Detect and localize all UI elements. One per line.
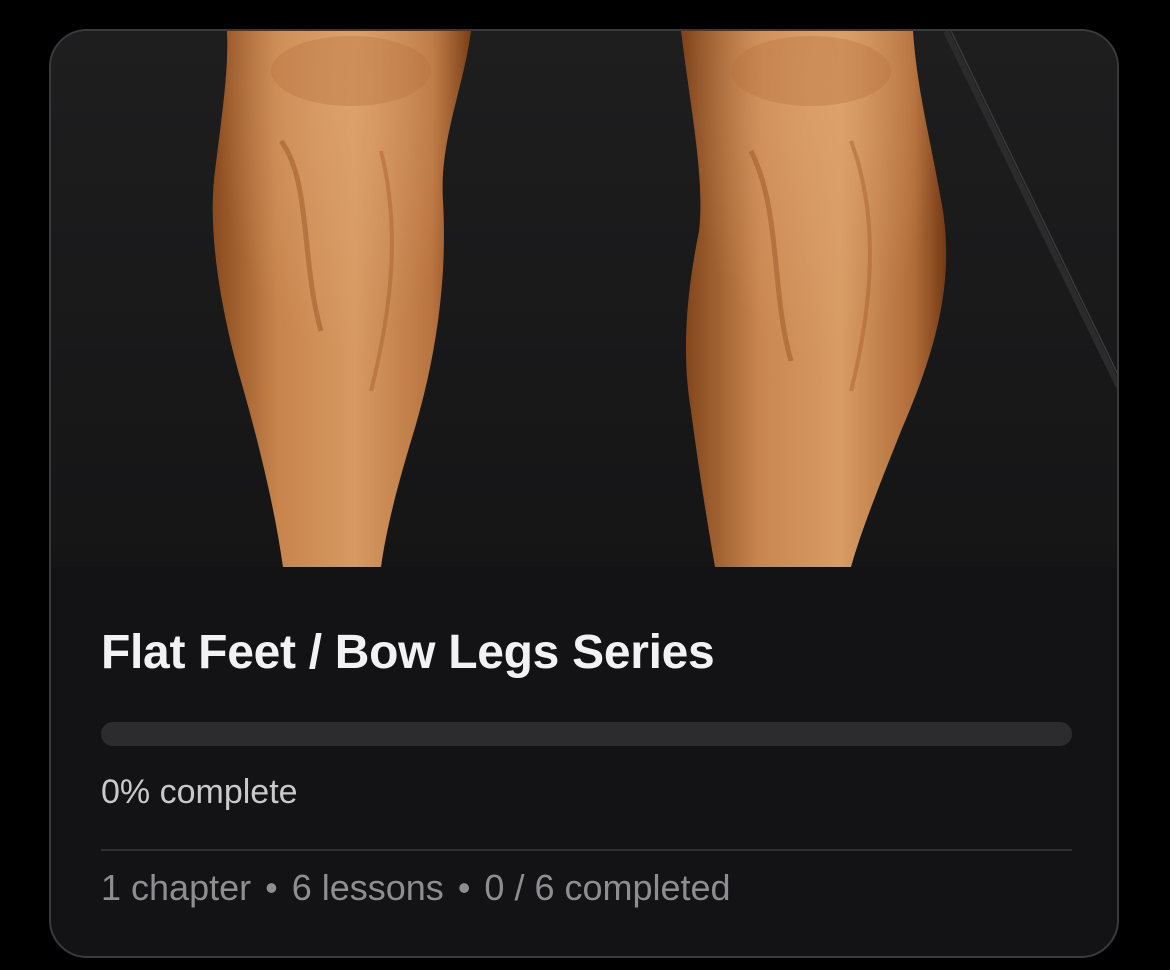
course-title[interactable]: Flat Feet / Bow Legs Series: [101, 625, 715, 680]
course-meta: 1 chapter • 6 lessons • 0 / 6 completed: [101, 867, 731, 909]
meta-separator: •: [265, 867, 278, 908]
progress-percent-text: 0% complete: [101, 773, 298, 811]
course-hero-image: [51, 31, 1117, 567]
progress-bar: [101, 722, 1072, 746]
chapter-count: 1 chapter: [101, 867, 252, 908]
legs-photo-illustration: [51, 31, 1117, 567]
completed-count: 0 / 6 completed: [484, 867, 731, 908]
lesson-count: 6 lessons: [291, 867, 444, 908]
course-card[interactable]: Flat Feet / Bow Legs Series 0% complete …: [49, 29, 1119, 958]
course-info: Flat Feet / Bow Legs Series 0% complete …: [51, 567, 1117, 956]
divider: [101, 849, 1072, 851]
meta-separator: •: [457, 867, 471, 908]
